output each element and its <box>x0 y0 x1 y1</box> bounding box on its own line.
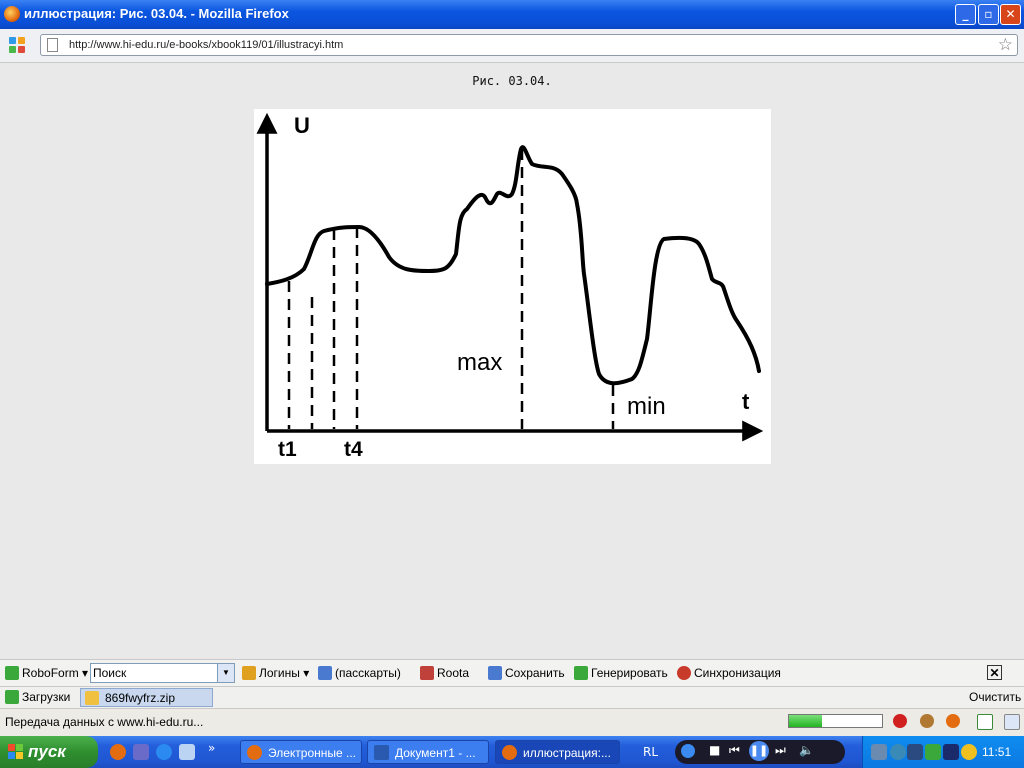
previous-icon[interactable]: ⏮ <box>729 743 740 758</box>
downloads-label: Загрузки <box>22 690 71 704</box>
media-app-icon[interactable] <box>681 744 695 758</box>
tab-grid-icon[interactable] <box>9 37 27 55</box>
monkey-icon[interactable] <box>920 714 934 728</box>
chevron-down-icon[interactable]: ▼ <box>217 664 234 682</box>
quicklaunch-browser-icon[interactable] <box>110 744 126 760</box>
quicklaunch-app-icon[interactable] <box>133 744 149 760</box>
url-bar[interactable]: http://www.hi-edu.ru/e-books/xbook119/01… <box>40 34 1018 56</box>
roota-label: Roota <box>437 666 470 680</box>
clear-downloads-button[interactable]: Очистить <box>969 690 1021 704</box>
x-axis-label: t <box>742 389 750 414</box>
downloads-icon <box>5 690 19 704</box>
line-chart: U t t1 t4 max min <box>256 112 764 461</box>
minimize-button[interactable]: _ <box>955 4 976 25</box>
status-text: Передача данных с www.hi-edu.ru... <box>5 715 204 729</box>
passcards-icon <box>318 666 332 680</box>
task-button-electronic[interactable]: Электронные ... <box>240 740 362 764</box>
passcards-label: (пасскарты) <box>335 666 401 680</box>
task-label: иллюстрация:... <box>523 746 611 760</box>
tray-disc-icon[interactable] <box>890 744 906 760</box>
page-icon <box>47 38 58 52</box>
stop-icon[interactable]: ■ <box>709 743 720 757</box>
word-task-icon <box>374 745 389 760</box>
quicklaunch-ie-icon[interactable] <box>156 744 172 760</box>
pause-icon[interactable]: ❚❚ <box>749 741 769 761</box>
adblock-icon[interactable] <box>893 714 907 728</box>
download-item[interactable]: 869fwyfrz.zip <box>80 688 213 707</box>
save-label: Сохранить <box>505 666 565 680</box>
task-button-document[interactable]: Документ1 - ... <box>367 740 489 764</box>
figure-caption: Рис. 03.04. <box>472 74 552 88</box>
roboform-search[interactable]: ▼ <box>90 663 235 683</box>
close-button[interactable]: ✕ <box>1000 4 1021 25</box>
language-indicator[interactable]: RL <box>643 745 658 759</box>
bookmark-star-icon[interactable]: ☆ <box>998 35 1013 55</box>
next-icon[interactable]: ⏭ <box>775 743 786 758</box>
logins-label: Логины <box>259 666 300 680</box>
task-label: Электронные ... <box>268 746 357 760</box>
toolbar-close-button[interactable]: ✕ <box>987 665 1002 680</box>
roboform-toolbar: RoboForm ▾ ▼ Логины ▾ (пасскарты) Roota … <box>0 659 1024 687</box>
tick-label-t4: t4 <box>344 438 363 461</box>
roota-button[interactable]: Roota <box>420 666 469 680</box>
downloads-bar: Загрузки 869fwyfrz.zip Очистить <box>0 686 1024 709</box>
firefox-icon <box>4 6 20 22</box>
signal-curve <box>265 145 761 386</box>
download-filename: 869fwyfrz.zip <box>105 691 176 705</box>
window-titlebar[interactable]: иллюстрация: Рис. 03.04. - Mozilla Firef… <box>0 0 1024 29</box>
tick-label-t1: t1 <box>278 438 297 461</box>
logins-button[interactable]: Логины ▾ <box>242 666 309 680</box>
media-player-bar: ■ ⏮ ❚❚ ⏭ 🔈 <box>675 740 845 764</box>
progress-fill <box>789 715 822 727</box>
sync-button[interactable]: Синхронизация <box>677 666 781 680</box>
annotation-min: min <box>627 393 666 420</box>
url-text[interactable]: http://www.hi-edu.ru/e-books/xbook119/01… <box>69 39 343 51</box>
window-title: иллюстрация: Рис. 03.04. - Mozilla Firef… <box>24 6 289 21</box>
y-axis-label: U <box>294 113 310 138</box>
save-button[interactable]: Сохранить <box>488 666 565 680</box>
tray-antivirus-icon[interactable] <box>961 744 977 760</box>
save-icon <box>488 666 502 680</box>
search-input[interactable] <box>91 664 220 682</box>
generate-button[interactable]: Генерировать <box>574 666 668 680</box>
firefox-addon-icon[interactable] <box>946 714 960 728</box>
page-action-icon[interactable] <box>977 714 993 730</box>
folder-icon <box>85 691 99 705</box>
sync-icon <box>677 666 691 680</box>
tray-network-icon[interactable] <box>871 744 887 760</box>
firefox-task-icon <box>502 745 517 760</box>
quicklaunch-desktop-icon[interactable] <box>179 744 195 760</box>
loading-progress <box>788 714 883 728</box>
figure-image: U t t1 t4 max min <box>254 109 771 464</box>
task-button-illustration[interactable]: иллюстрация:... <box>495 740 620 764</box>
quicklaunch-more-button[interactable]: » <box>208 741 215 755</box>
passcards-button[interactable]: (пасскарты) <box>318 666 401 680</box>
maximize-button[interactable]: ▫ <box>978 4 999 25</box>
roboform-label: RoboForm <box>22 666 79 680</box>
start-label: пуск <box>28 742 66 761</box>
roboform-icon <box>5 666 19 680</box>
roboform-menu[interactable]: RoboForm ▾ <box>5 666 88 680</box>
lightning-icon <box>574 666 588 680</box>
resize-icon[interactable] <box>1004 714 1020 730</box>
tray-volume-icon[interactable] <box>943 744 959 760</box>
downloads-label-wrap[interactable]: Загрузки <box>5 690 70 704</box>
roota-icon <box>420 666 434 680</box>
navigation-toolbar: http://www.hi-edu.ru/e-books/xbook119/01… <box>0 29 1024 63</box>
task-label: Документ1 - ... <box>395 746 476 760</box>
sync-label: Синхронизация <box>694 666 781 680</box>
status-bar: Передача данных с www.hi-edu.ru... <box>0 708 1024 736</box>
tray-monitor-icon[interactable] <box>907 744 923 760</box>
start-button[interactable]: пуск <box>0 736 98 768</box>
generate-label: Генерировать <box>591 666 668 680</box>
taskbar: пуск » Электронные ... Документ1 - ... и… <box>0 736 1024 768</box>
volume-icon[interactable]: 🔈 <box>799 743 814 757</box>
clock: 11:51 <box>982 745 1012 759</box>
thumb-icon <box>242 666 256 680</box>
windows-flag-icon <box>8 744 24 760</box>
tray-roboform-icon[interactable] <box>925 744 941 760</box>
firefox-task-icon <box>247 745 262 760</box>
annotation-max: max <box>457 349 502 376</box>
